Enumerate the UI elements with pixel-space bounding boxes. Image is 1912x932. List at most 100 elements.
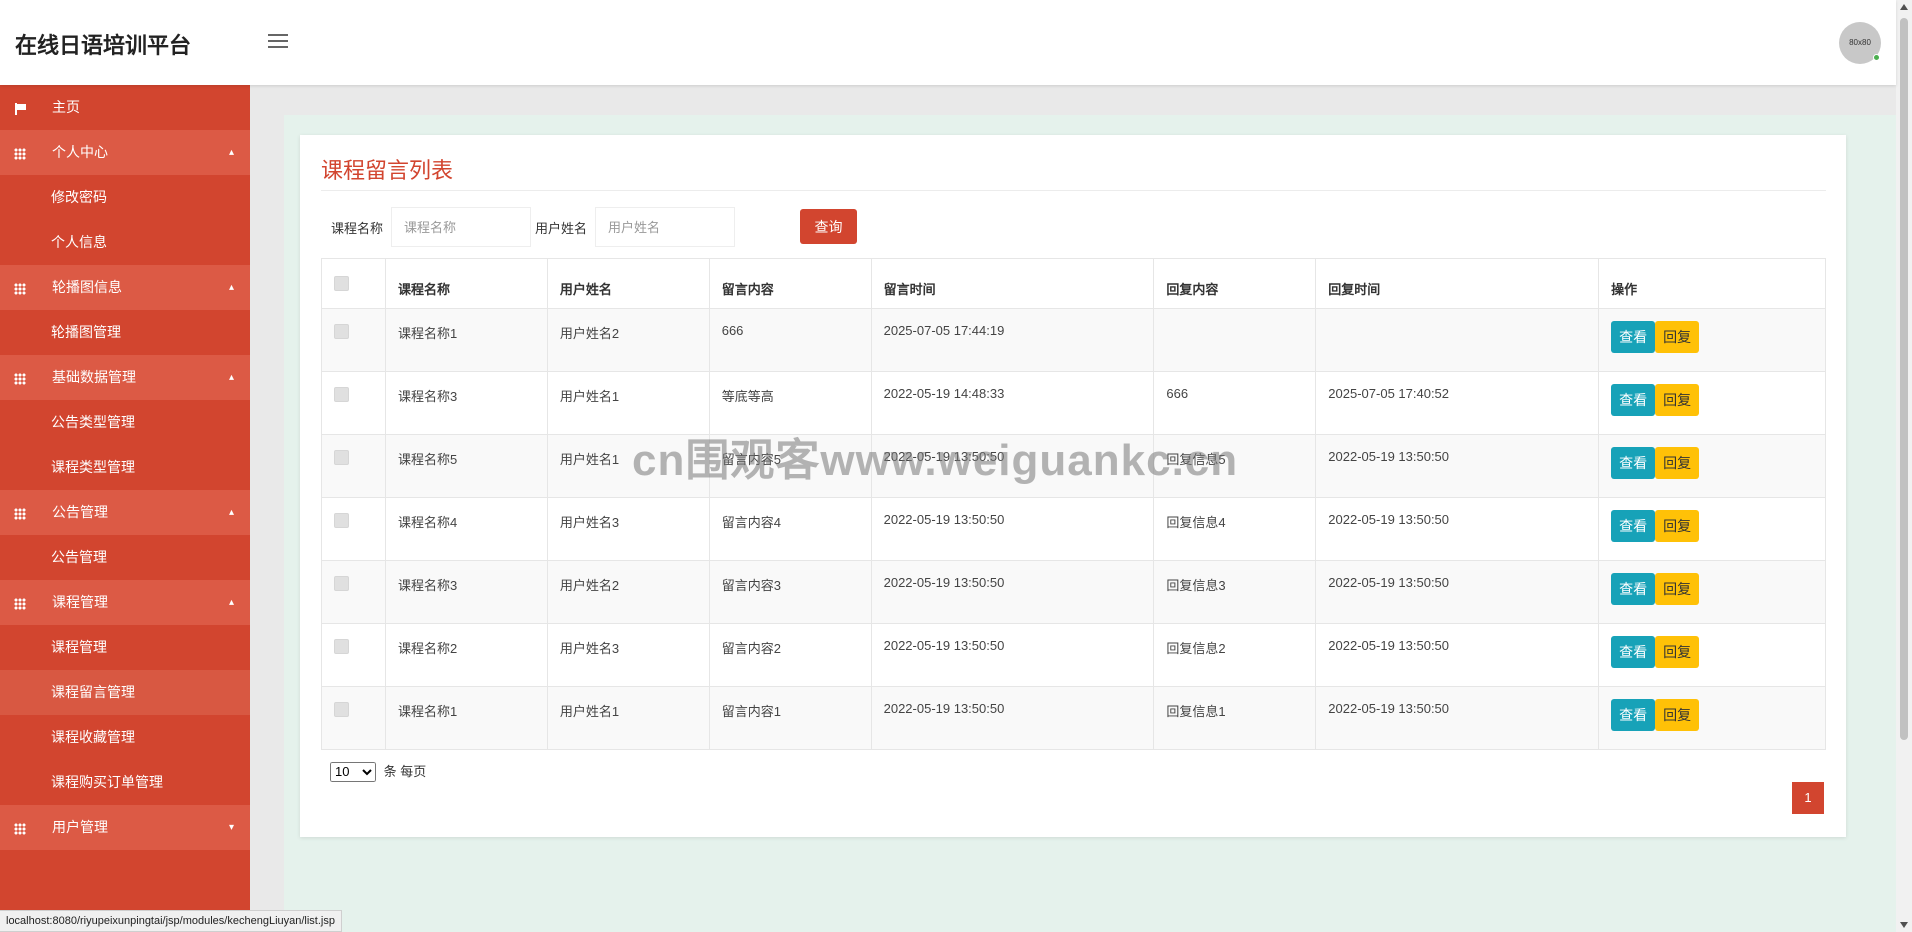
- sidebar-item-13[interactable]: 课程留言管理: [0, 670, 250, 715]
- reply-button[interactable]: 回复: [1655, 510, 1700, 542]
- header-course[interactable]: 课程名称: [384, 258, 548, 309]
- cell-time: 2022-05-19 13:50:50: [870, 497, 1155, 561]
- view-button[interactable]: 查看: [1611, 321, 1656, 353]
- caret-up-icon: ▴: [228, 597, 234, 608]
- sidebar-item-label: 轮播图管理: [51, 324, 121, 340]
- menu-toggle-icon[interactable]: [268, 34, 288, 50]
- scroll-down-icon[interactable]: [1900, 922, 1908, 928]
- sidebar-item-1[interactable]: 个人中心 ▴: [0, 130, 250, 175]
- title-divider: [321, 190, 1826, 191]
- reply-button[interactable]: 回复: [1655, 573, 1700, 605]
- sidebar-item-10[interactable]: 公告管理: [0, 535, 250, 580]
- reply-button[interactable]: 回复: [1655, 447, 1700, 479]
- row-checkbox[interactable]: [334, 324, 349, 339]
- sidebar-item-4[interactable]: 轮播图信息 ▴: [0, 265, 250, 310]
- cell-user: 用户姓名1: [546, 371, 710, 435]
- sidebar-item-15[interactable]: 课程购买订单管理: [0, 760, 250, 805]
- row-checkbox[interactable]: [334, 702, 349, 717]
- reply-button[interactable]: 回复: [1655, 636, 1700, 668]
- grid-icon: [14, 372, 26, 385]
- cell-reply-time: 2022-05-19 13:50:50: [1315, 497, 1600, 561]
- view-button[interactable]: 查看: [1611, 384, 1656, 416]
- cell-course: 课程名称3: [384, 560, 548, 624]
- header-user[interactable]: 用户姓名: [546, 258, 710, 309]
- sidebar-item-label: 公告管理: [51, 549, 107, 565]
- table-row: 课程名称1 用户姓名1 留言内容1 2022-05-19 13:50:50 回复信息1 2…: [321, 686, 1826, 750]
- header-time[interactable]: 留言时间: [870, 258, 1155, 309]
- sidebar-item-label: 修改密码: [51, 189, 107, 205]
- reply-button[interactable]: 回复: [1655, 384, 1700, 416]
- cell-user: 用户姓名3: [546, 623, 710, 687]
- row-checkbox[interactable]: [334, 513, 349, 528]
- scrollbar-thumb[interactable]: [1900, 18, 1908, 740]
- row-select-cell: [321, 623, 386, 687]
- view-button[interactable]: 查看: [1611, 510, 1656, 542]
- page-scrollbar[interactable]: [1896, 0, 1912, 932]
- header-content[interactable]: 留言内容: [708, 258, 872, 309]
- caret-up-icon: ▴: [228, 372, 234, 383]
- sidebar-item-12[interactable]: 课程管理: [0, 625, 250, 670]
- user-name-input[interactable]: [595, 207, 735, 247]
- cell-user: 用户姓名2: [546, 308, 710, 372]
- reply-button[interactable]: 回复: [1655, 699, 1700, 731]
- cell-reply: 回复信息3: [1153, 560, 1317, 624]
- avatar[interactable]: 80x80: [1839, 22, 1881, 64]
- sidebar-item-label: 课程类型管理: [51, 459, 135, 475]
- cell-user: 用户姓名3: [546, 497, 710, 561]
- cell-reply-time: 2022-05-19 13:50:50: [1315, 560, 1600, 624]
- sidebar-item-0[interactable]: 主页: [0, 85, 250, 130]
- course-name-input[interactable]: [391, 207, 531, 247]
- cell-content: 留言内容4: [708, 497, 872, 561]
- header-reply[interactable]: 回复内容: [1153, 258, 1317, 309]
- select-all-checkbox[interactable]: [334, 276, 349, 291]
- cell-user: 用户姓名1: [546, 686, 710, 750]
- row-checkbox[interactable]: [334, 387, 349, 402]
- view-button[interactable]: 查看: [1611, 636, 1656, 668]
- view-button[interactable]: 查看: [1611, 447, 1656, 479]
- table-row: 课程名称2 用户姓名3 留言内容2 2022-05-19 13:50:50 回复信息2 2…: [321, 623, 1826, 687]
- cell-content: 留言内容1: [708, 686, 872, 750]
- avatar-text: 80x80: [1849, 38, 1871, 47]
- search-form: 课程名称 用户姓名 查询: [331, 207, 931, 247]
- row-checkbox[interactable]: [334, 576, 349, 591]
- grid-icon: [14, 597, 26, 610]
- reply-button[interactable]: 回复: [1655, 321, 1700, 353]
- scroll-up-icon[interactable]: [1900, 4, 1908, 10]
- sidebar-item-label: 课程留言管理: [51, 684, 135, 700]
- cell-reply-time: 2022-05-19 13:50:50: [1315, 623, 1600, 687]
- row-select-cell: [321, 371, 386, 435]
- table-row: 课程名称1 用户姓名2 666 2025-07-05 17:44:19 查看 回复: [321, 308, 1826, 372]
- sidebar-item-2[interactable]: 修改密码: [0, 175, 250, 220]
- page-size-suffix: 条 每页: [383, 764, 427, 779]
- table-row: 课程名称3 用户姓名1 等底等高 2022-05-19 14:48:33 666 2025…: [321, 371, 1826, 435]
- row-checkbox[interactable]: [334, 639, 349, 654]
- sidebar-item-9[interactable]: 公告管理 ▴: [0, 490, 250, 535]
- actions-cell: 查看 回复: [1598, 371, 1826, 435]
- caret-up-icon: ▴: [228, 282, 234, 293]
- page-size-select[interactable]: 10: [330, 761, 376, 782]
- cell-reply-time: 2022-05-19 13:50:50: [1315, 434, 1600, 498]
- view-button[interactable]: 查看: [1611, 573, 1656, 605]
- sidebar-item-8[interactable]: 课程类型管理: [0, 445, 250, 490]
- app-brand: 在线日语培训平台: [15, 33, 192, 58]
- header-actions: 操作: [1598, 258, 1826, 309]
- cell-course: 课程名称2: [384, 623, 548, 687]
- page-1-button[interactable]: 1: [1792, 782, 1824, 814]
- grid-icon: [14, 822, 26, 835]
- view-button[interactable]: 查看: [1611, 699, 1656, 731]
- sidebar-item-14[interactable]: 课程收藏管理: [0, 715, 250, 760]
- sidebar-item-7[interactable]: 公告类型管理: [0, 400, 250, 445]
- sidebar-item-16[interactable]: 用户管理 ▾: [0, 805, 250, 850]
- row-checkbox[interactable]: [334, 450, 349, 465]
- sidebar-item-3[interactable]: 个人信息: [0, 220, 250, 265]
- grid-icon: [14, 147, 26, 160]
- search-button[interactable]: 查询: [800, 209, 857, 244]
- sidebar-item-6[interactable]: 基础数据管理 ▴: [0, 355, 250, 400]
- cell-reply-time: 2025-07-05 17:40:52: [1315, 371, 1600, 435]
- sidebar-item-11[interactable]: 课程管理 ▴: [0, 580, 250, 625]
- header-reply-time[interactable]: 回复时间: [1315, 258, 1600, 309]
- sidebar-item-label: 主页: [52, 99, 80, 115]
- row-select-cell: [321, 686, 386, 750]
- sidebar-item-5[interactable]: 轮播图管理: [0, 310, 250, 355]
- cell-course: 课程名称1: [384, 308, 548, 372]
